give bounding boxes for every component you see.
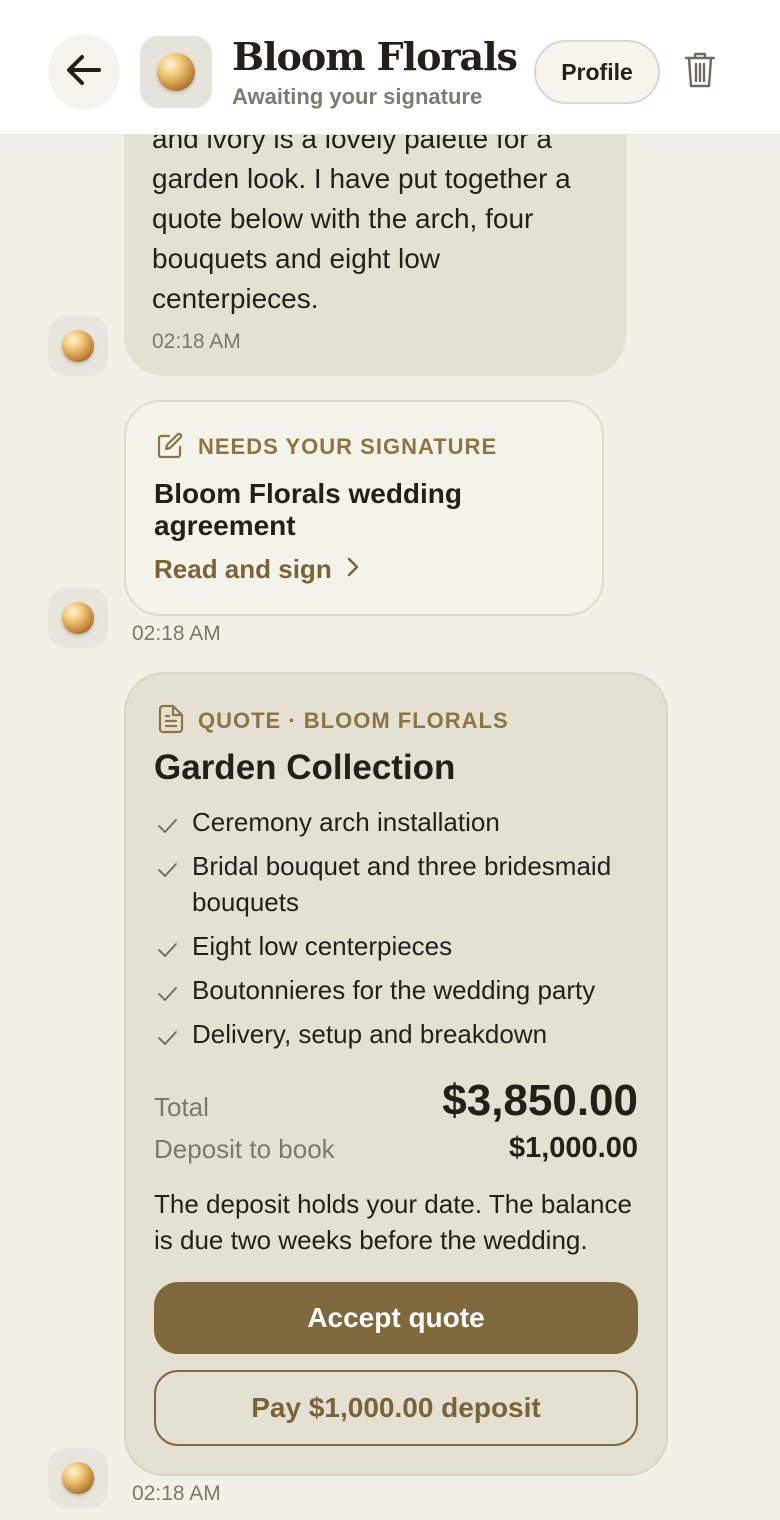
read-and-sign-link[interactable]: Read and sign <box>154 554 360 585</box>
chevron-right-icon <box>346 554 360 585</box>
read-and-sign-label: Read and sign <box>154 554 332 584</box>
check-icon <box>156 854 178 890</box>
message-time: 02:18 AM <box>152 330 241 353</box>
agreement-title: Bloom Florals wedding agreement <box>154 478 463 541</box>
vendor-avatar <box>140 36 212 108</box>
quote-items: Ceremony arch installation Bridal bouque… <box>154 804 644 1060</box>
quote-title: Garden Collection <box>154 748 456 787</box>
message-time: 02:18 AM <box>132 622 221 645</box>
quote-item: Delivery, setup and breakdown <box>154 1016 644 1052</box>
check-icon <box>156 978 178 1014</box>
message-time: 02:18 AM <box>132 1482 221 1505</box>
quote-item-label: Boutonnieres for the wedding party <box>192 975 596 1005</box>
deposit-label: Deposit to book <box>154 1134 335 1164</box>
quote-item-label: Eight low centerpieces <box>192 931 453 961</box>
trash-icon <box>684 51 716 94</box>
message-text: and ivory is a lovely palette for a gard… <box>152 123 571 314</box>
delete-button[interactable] <box>680 50 720 94</box>
total-label: Total <box>154 1092 209 1122</box>
accept-quote-button[interactable]: Accept quote <box>154 1282 638 1354</box>
deposit-value: $1,000.00 <box>508 1132 638 1164</box>
quote-item: Boutonnieres for the wedding party <box>154 972 644 1008</box>
quote-note: The deposit holds your date. The balance… <box>154 1189 632 1255</box>
chat-header: Bloom Florals Awaiting your signature Pr… <box>0 0 780 135</box>
pay-deposit-button[interactable]: Pay $1,000.00 deposit <box>154 1370 638 1446</box>
quote-item-label: Bridal bouquet and three bridesmaid bouq… <box>192 851 612 917</box>
signature-label: NEEDS YOUR SIGNATURE <box>198 434 498 459</box>
quote-item: Eight low centerpieces <box>154 928 644 964</box>
back-button[interactable] <box>48 34 120 110</box>
check-icon <box>156 810 178 846</box>
total-value: $3,850.00 <box>442 1076 638 1125</box>
profile-button[interactable]: Profile <box>534 40 660 104</box>
vendor-name: Bloom Florals <box>232 34 518 79</box>
conversation-status: Awaiting your signature <box>232 84 483 109</box>
check-icon <box>156 1022 178 1058</box>
check-icon <box>156 934 178 970</box>
edit-icon <box>156 432 184 465</box>
vendor-avatar <box>48 1448 108 1508</box>
quote-item: Ceremony arch installation <box>154 804 644 840</box>
document-icon <box>158 704 184 739</box>
quote-card: QUOTE · BLOOM FLORALS Garden Collection … <box>124 672 668 1476</box>
quote-item: Bridal bouquet and three bridesmaid bouq… <box>154 848 644 920</box>
arrow-left-icon <box>66 54 102 91</box>
signature-card[interactable]: NEEDS YOUR SIGNATURE Bloom Florals weddi… <box>124 400 604 616</box>
quote-item-label: Delivery, setup and breakdown <box>192 1019 548 1049</box>
vendor-avatar <box>48 316 108 376</box>
quote-item-label: Ceremony arch installation <box>192 807 500 837</box>
vendor-avatar <box>48 588 108 648</box>
quote-label: QUOTE · BLOOM FLORALS <box>198 708 509 733</box>
